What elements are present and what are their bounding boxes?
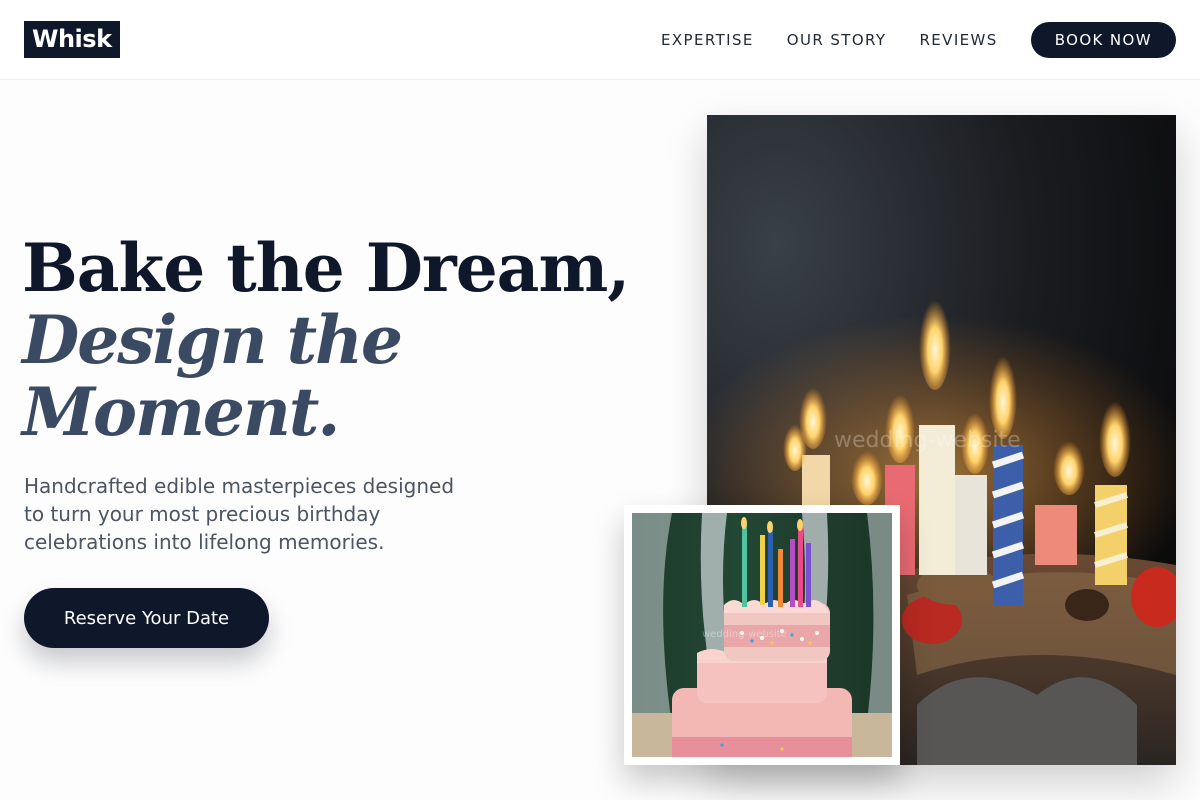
nav-link-our-story[interactable]: OUR STORY [787, 22, 887, 58]
inset-photo-watermark: wedding-website [702, 629, 787, 640]
reserve-date-button[interactable]: Reserve Your Date [24, 588, 269, 648]
hero-title-line2a: Design the [22, 301, 403, 379]
main-photo-watermark: wedding-website [834, 428, 1021, 453]
hero-title-line2b: Moment. [22, 373, 340, 451]
book-now-button[interactable]: BOOK NOW [1030, 22, 1176, 58]
hero-subtitle: Handcrafted edible masterpieces designed… [24, 474, 455, 554]
main-nav: EXPERTISE OUR STORY REVIEWS BOOK NOW [661, 22, 1176, 58]
site-header: Whisk EXPERTISE OUR STORY REVIEWS BOOK N… [0, 0, 1200, 80]
hero-title-line1: Bake the Dream, [22, 229, 630, 307]
logo[interactable]: Whisk [24, 21, 120, 58]
nav-link-expertise[interactable]: EXPERTISE [661, 22, 754, 58]
nav-link-reviews[interactable]: REVIEWS [919, 22, 997, 58]
hero-title: Bake the Dream, Design the Moment. [22, 229, 630, 451]
inset-photo-frame: wedding-website [624, 505, 900, 765]
inset-photo-pink-cake: wedding-website [632, 513, 892, 757]
